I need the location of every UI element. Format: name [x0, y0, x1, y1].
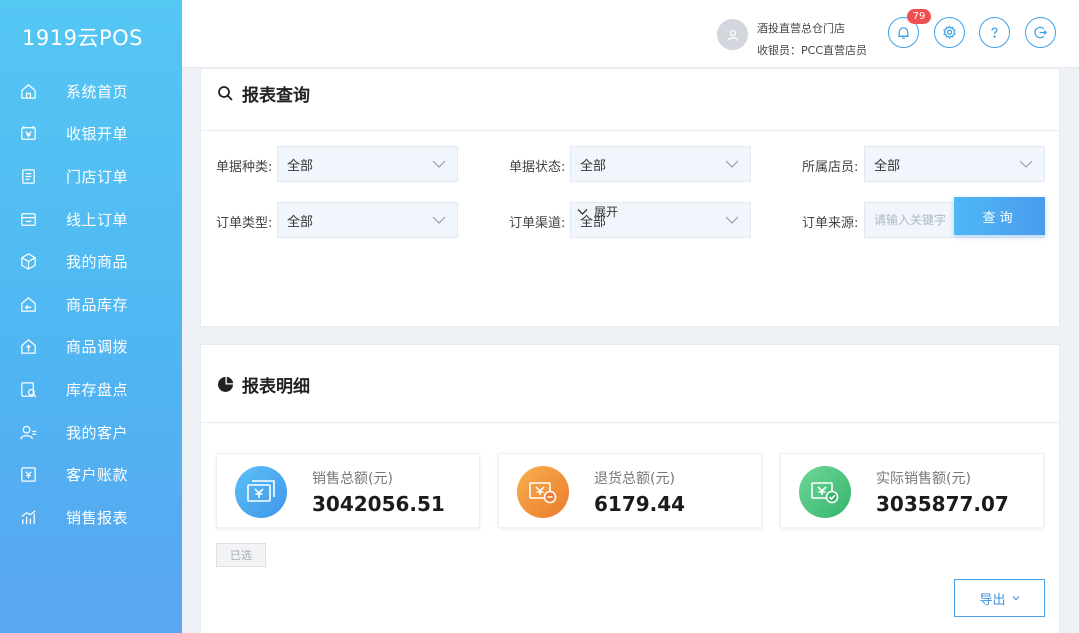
- chevron-down-icon: [1012, 596, 1019, 601]
- notification-badge: 79: [907, 9, 931, 24]
- online-order-icon: [18, 209, 38, 229]
- expand-toggle[interactable]: 展开: [577, 203, 618, 220]
- transfer-icon: [18, 337, 38, 357]
- settings-button[interactable]: [934, 17, 965, 48]
- sidebar-item-label: 线上订单: [66, 210, 129, 229]
- sidebar-item-customers[interactable]: 我的客户: [0, 411, 182, 454]
- clerk-label: 所属店员:: [802, 160, 859, 175]
- gear-icon: [943, 25, 956, 40]
- chevron-down-icon: [1019, 160, 1033, 168]
- sidebar-item-stocktake[interactable]: 库存盘点: [0, 368, 182, 411]
- logout-button[interactable]: [1025, 17, 1056, 48]
- store-name: 酒投直营总仓门店: [757, 22, 845, 35]
- app-logo: 1919云POS: [22, 26, 143, 50]
- sidebar-item-label: 销售报表: [66, 508, 129, 527]
- doc-status-select[interactable]: 全部: [570, 146, 751, 182]
- sidebar-item-store-orders[interactable]: 门店订单: [0, 155, 182, 198]
- sidebar-item-label: 系统首页: [66, 82, 129, 101]
- report-chart-icon: [18, 507, 38, 527]
- avatar[interactable]: [717, 19, 748, 50]
- sidebar-item-label: 门店订单: [66, 167, 129, 186]
- inventory-icon: [18, 294, 38, 314]
- search-icon: [218, 86, 233, 101]
- stat-value: 3042056.51: [312, 492, 445, 516]
- chevron-down-icon: [725, 216, 739, 224]
- sidebar-item-label: 商品库存: [66, 295, 129, 314]
- sidebar-item-inventory[interactable]: 商品库存: [0, 283, 182, 326]
- home-icon: [18, 81, 38, 101]
- order-type-label: 订单类型:: [216, 216, 273, 231]
- clerk-value: 全部: [874, 158, 901, 174]
- report-detail-panel: 报表明细 销售总额(元) 3042056.51 退货总额(元) 6179.44 …: [200, 344, 1060, 633]
- query-title: 报表查询: [217, 81, 310, 106]
- sidebar-item-label: 商品调拨: [66, 338, 129, 357]
- sidebar-nav: 系统首页 收银开单 门店订单 线上订单 我的商品 商品库存 商品调拨 库存盘点: [0, 70, 182, 539]
- chevron-down-icon: [432, 160, 446, 168]
- sidebar-item-products[interactable]: 我的商品: [0, 240, 182, 283]
- help-button[interactable]: [979, 17, 1010, 48]
- store-order-icon: [18, 166, 38, 186]
- doc-type-value: 全部: [287, 158, 314, 174]
- sidebar-item-label: 库存盘点: [66, 380, 129, 399]
- sidebar-item-cashier[interactable]: 收银开单: [0, 113, 182, 156]
- divider: [201, 422, 1059, 423]
- pie-chart-icon: [218, 376, 234, 392]
- detail-title: 报表明细: [217, 372, 310, 397]
- doc-status-value: 全部: [580, 158, 607, 174]
- verified-money-icon: [799, 466, 851, 518]
- help-question-icon: [991, 27, 998, 38]
- divider: [201, 130, 1059, 131]
- chevron-down-icon: [577, 208, 588, 215]
- top-header: 酒投直营总仓门店 收银员：PCC直营店员 79: [182, 0, 1079, 68]
- report-query-panel: 报表查询 单据种类: 全部 单据状态: 全部 所属店员: 全部 订单类型: 全部…: [200, 68, 1060, 327]
- order-type-select[interactable]: 全部: [277, 202, 458, 238]
- cashier-name: 收银员：PCC直营店员: [757, 44, 867, 57]
- sidebar-item-transfer[interactable]: 商品调拨: [0, 326, 182, 369]
- stat-value: 6179.44: [594, 492, 686, 516]
- chevron-down-icon: [432, 216, 446, 224]
- stat-card-total-sales: 销售总额(元) 3042056.51: [216, 453, 480, 528]
- logout-icon: [1034, 26, 1048, 39]
- stat-value: 3035877.07: [876, 492, 1009, 516]
- detail-title-text: 报表明细: [242, 377, 310, 397]
- sidebar-item-label: 收银开单: [66, 125, 129, 144]
- export-label: 导出: [979, 592, 1006, 608]
- customer-icon: [18, 422, 38, 442]
- expand-label: 展开: [594, 205, 619, 219]
- sidebar-item-label: 我的客户: [66, 423, 129, 442]
- sidebar-item-home[interactable]: 系统首页: [0, 70, 182, 113]
- sidebar-item-label: 我的商品: [66, 253, 129, 272]
- doc-status-label: 单据状态:: [509, 160, 566, 175]
- bell-icon: [898, 27, 909, 39]
- order-source-label: 订单来源:: [802, 216, 859, 231]
- refund-icon: [517, 466, 569, 518]
- clerk-select[interactable]: 全部: [864, 146, 1045, 182]
- query-title-text: 报表查询: [242, 86, 310, 106]
- sidebar-item-sales-report[interactable]: 销售报表: [0, 496, 182, 539]
- selected-tag[interactable]: 已选: [216, 543, 266, 567]
- cashier-icon: [18, 124, 38, 144]
- order-type-value: 全部: [287, 214, 314, 230]
- doc-type-select[interactable]: 全部: [277, 146, 458, 182]
- stat-label: 实际销售额(元): [876, 471, 971, 487]
- stat-card-actual-sales: 实际销售额(元) 3035877.07: [780, 453, 1044, 528]
- order-channel-label: 订单渠道:: [509, 216, 566, 231]
- doc-type-label: 单据种类:: [216, 160, 273, 175]
- sidebar-item-online-orders[interactable]: 线上订单: [0, 198, 182, 241]
- stat-card-refund-total: 退货总额(元) 6179.44: [498, 453, 762, 528]
- product-box-icon: [18, 252, 38, 272]
- stocktake-icon: [18, 379, 38, 399]
- stat-label: 销售总额(元): [312, 471, 393, 487]
- sidebar-item-label: 客户账款: [66, 466, 129, 485]
- money-card-icon: [235, 466, 287, 518]
- sidebar: 1919云POS 系统首页 收银开单 门店订单 线上订单 我的商品 商品库存 商…: [0, 0, 182, 633]
- query-button[interactable]: 查询: [954, 197, 1045, 235]
- export-button[interactable]: 导出: [954, 579, 1045, 617]
- account-icon: [18, 465, 38, 485]
- chevron-down-icon: [725, 160, 739, 168]
- stat-label: 退货总额(元): [594, 471, 675, 487]
- sidebar-item-accounts[interactable]: 客户账款: [0, 453, 182, 496]
